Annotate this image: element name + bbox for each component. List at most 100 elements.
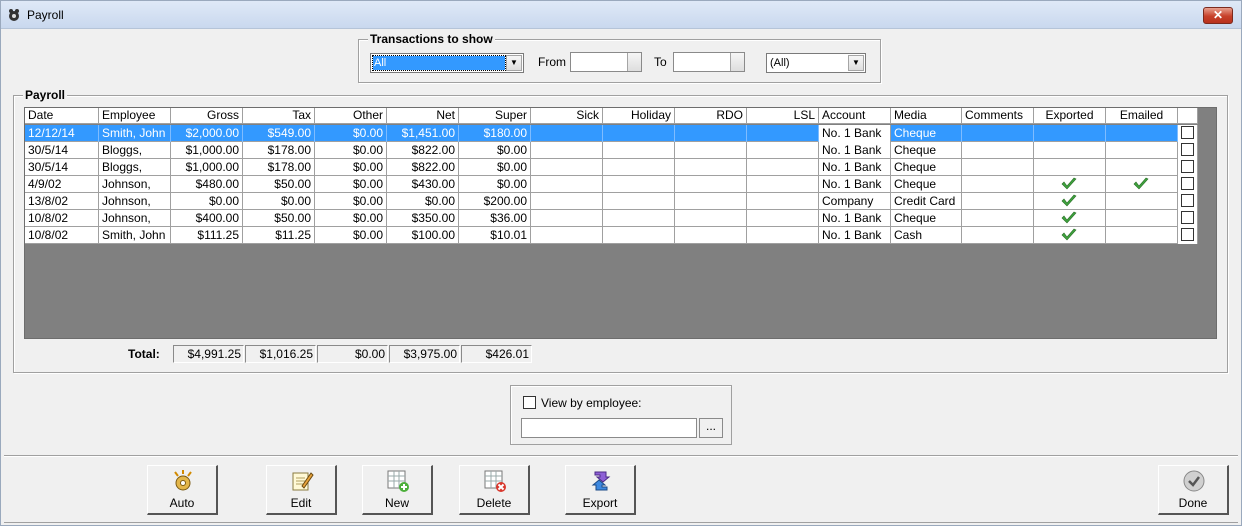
row-select-checkbox[interactable]: [1181, 211, 1194, 224]
cell-tax: $549.00: [243, 125, 315, 142]
cell-net: $1,451.00: [387, 125, 459, 142]
cell-comments: [962, 193, 1034, 210]
cell-net: $822.00: [387, 142, 459, 159]
cell-net: $100.00: [387, 227, 459, 244]
table-row[interactable]: 13/8/02 Johnson, $0.00 $0.00 $0.00 $0.00 $200.…: [25, 193, 1198, 210]
column-header-employee[interactable]: Employee: [99, 108, 171, 124]
cell-super: $200.00: [459, 193, 531, 210]
cell-date: 10/8/02: [25, 210, 99, 227]
payroll-window: Payroll ✕ Transactions to show All ▼ Fro…: [0, 0, 1242, 526]
transaction-type-select[interactable]: All ▼: [370, 53, 524, 73]
checkmark-icon: [1061, 211, 1077, 224]
cell-tax: $11.25: [243, 227, 315, 244]
row-select-checkbox[interactable]: [1181, 143, 1194, 156]
total-label: Total:: [128, 347, 160, 361]
column-header-rdo[interactable]: RDO: [675, 108, 747, 124]
table-row[interactable]: 12/12/14 Smith, John $2,000.00 $549.00 $0.00…: [25, 125, 1198, 142]
cell-account: No. 1 Bank: [819, 176, 891, 193]
window-title: Payroll: [27, 8, 64, 22]
column-header-lsl[interactable]: LSL: [747, 108, 819, 124]
cell-media: Cheque: [891, 159, 962, 176]
cell-super: $0.00: [459, 176, 531, 193]
bottom-toolbar: Auto Edit New Delete Export Done: [4, 455, 1238, 523]
export-icon: [591, 471, 611, 491]
new-button[interactable]: New: [362, 465, 433, 515]
edit-button[interactable]: Edit: [266, 465, 337, 515]
view-by-employee-checkbox[interactable]: [523, 396, 536, 409]
cell-gross: $1,000.00: [171, 142, 243, 159]
done-icon: [1183, 470, 1205, 492]
row-select-checkbox[interactable]: [1181, 126, 1194, 139]
row-select-checkbox[interactable]: [1181, 160, 1194, 173]
row-select-checkbox[interactable]: [1181, 194, 1194, 207]
total-net: $3,975.00: [389, 345, 460, 363]
new-icon: [387, 470, 409, 492]
column-header-other[interactable]: Other: [315, 108, 387, 124]
from-date-field[interactable]: [570, 52, 642, 72]
column-header-media[interactable]: Media: [891, 108, 962, 124]
account-select[interactable]: (All) ▼: [766, 53, 866, 73]
payroll-grid[interactable]: Date Employee Gross Tax Other Net Super …: [24, 107, 1217, 339]
column-header-emailed[interactable]: Emailed: [1106, 108, 1178, 124]
cell-employee: Bloggs,: [99, 142, 171, 159]
cell-net: $430.00: [387, 176, 459, 193]
table-row[interactable]: 10/8/02 Smith, John $111.25 $11.25 $0.00 $100…: [25, 227, 1198, 244]
cell-media: Cheque: [891, 210, 962, 227]
column-header-holiday[interactable]: Holiday: [603, 108, 675, 124]
cell-other: $0.00: [315, 227, 387, 244]
cell-sick: [531, 159, 603, 176]
row-select-checkbox[interactable]: [1181, 228, 1194, 241]
column-header-comments[interactable]: Comments: [962, 108, 1034, 124]
cell-account: No. 1 Bank: [819, 227, 891, 244]
column-header-tax[interactable]: Tax: [243, 108, 315, 124]
export-button[interactable]: Export: [565, 465, 636, 515]
cell-emailed: [1106, 227, 1178, 244]
done-button[interactable]: Done: [1158, 465, 1229, 515]
cell-exported: [1034, 193, 1106, 210]
row-select-checkbox[interactable]: [1181, 177, 1194, 190]
cell-emailed: [1106, 125, 1178, 142]
cell-comments: [962, 142, 1034, 159]
cell-media: Credit Card: [891, 193, 962, 210]
column-header-gross[interactable]: Gross: [171, 108, 243, 124]
delete-button[interactable]: Delete: [459, 465, 530, 515]
delete-icon: [484, 470, 506, 492]
auto-button[interactable]: Auto: [147, 465, 218, 515]
cell-rdo: [675, 227, 747, 244]
column-header-date[interactable]: Date: [25, 108, 99, 124]
total-tax: $1,016.25: [245, 345, 316, 363]
column-header-sick[interactable]: Sick: [531, 108, 603, 124]
auto-button-label: Auto: [169, 496, 195, 510]
column-header-exported[interactable]: Exported: [1034, 108, 1106, 124]
table-row[interactable]: 30/5/14 Bloggs, $1,000.00 $178.00 $0.00 $822.…: [25, 159, 1198, 176]
column-header-super[interactable]: Super: [459, 108, 531, 124]
to-date-spin[interactable]: [730, 53, 744, 71]
cell-tax: $0.00: [243, 193, 315, 210]
cell-rdo: [675, 210, 747, 227]
cell-account: No. 1 Bank: [819, 210, 891, 227]
cell-employee: Bloggs,: [99, 159, 171, 176]
cell-gross: $480.00: [171, 176, 243, 193]
to-date-field[interactable]: [673, 52, 745, 72]
close-button[interactable]: ✕: [1203, 7, 1233, 24]
chevron-down-icon[interactable]: ▼: [506, 55, 522, 71]
column-header-account[interactable]: Account: [819, 108, 891, 124]
cell-tax: $50.00: [243, 210, 315, 227]
cell-emailed: [1106, 210, 1178, 227]
browse-employee-button[interactable]: ...: [699, 418, 723, 438]
cell-exported: [1034, 210, 1106, 227]
cell-super: $36.00: [459, 210, 531, 227]
column-header-net[interactable]: Net: [387, 108, 459, 124]
cell-rdo: [675, 125, 747, 142]
from-date-spin[interactable]: [627, 53, 641, 71]
chevron-down-icon[interactable]: ▼: [848, 55, 864, 71]
cell-sick: [531, 227, 603, 244]
cell-sick: [531, 193, 603, 210]
cell-lsl: [747, 159, 819, 176]
table-row[interactable]: 30/5/14 Bloggs, $1,000.00 $178.00 $0.00 $822.…: [25, 142, 1198, 159]
table-row[interactable]: 4/9/02 Johnson, $480.00 $50.00 $0.00 $430.00 $…: [25, 176, 1198, 193]
cell-employee: Johnson,: [99, 176, 171, 193]
table-row[interactable]: 10/8/02 Johnson, $400.00 $50.00 $0.00 $350.00…: [25, 210, 1198, 227]
employee-field[interactable]: [521, 418, 697, 438]
cell-employee: Johnson,: [99, 193, 171, 210]
